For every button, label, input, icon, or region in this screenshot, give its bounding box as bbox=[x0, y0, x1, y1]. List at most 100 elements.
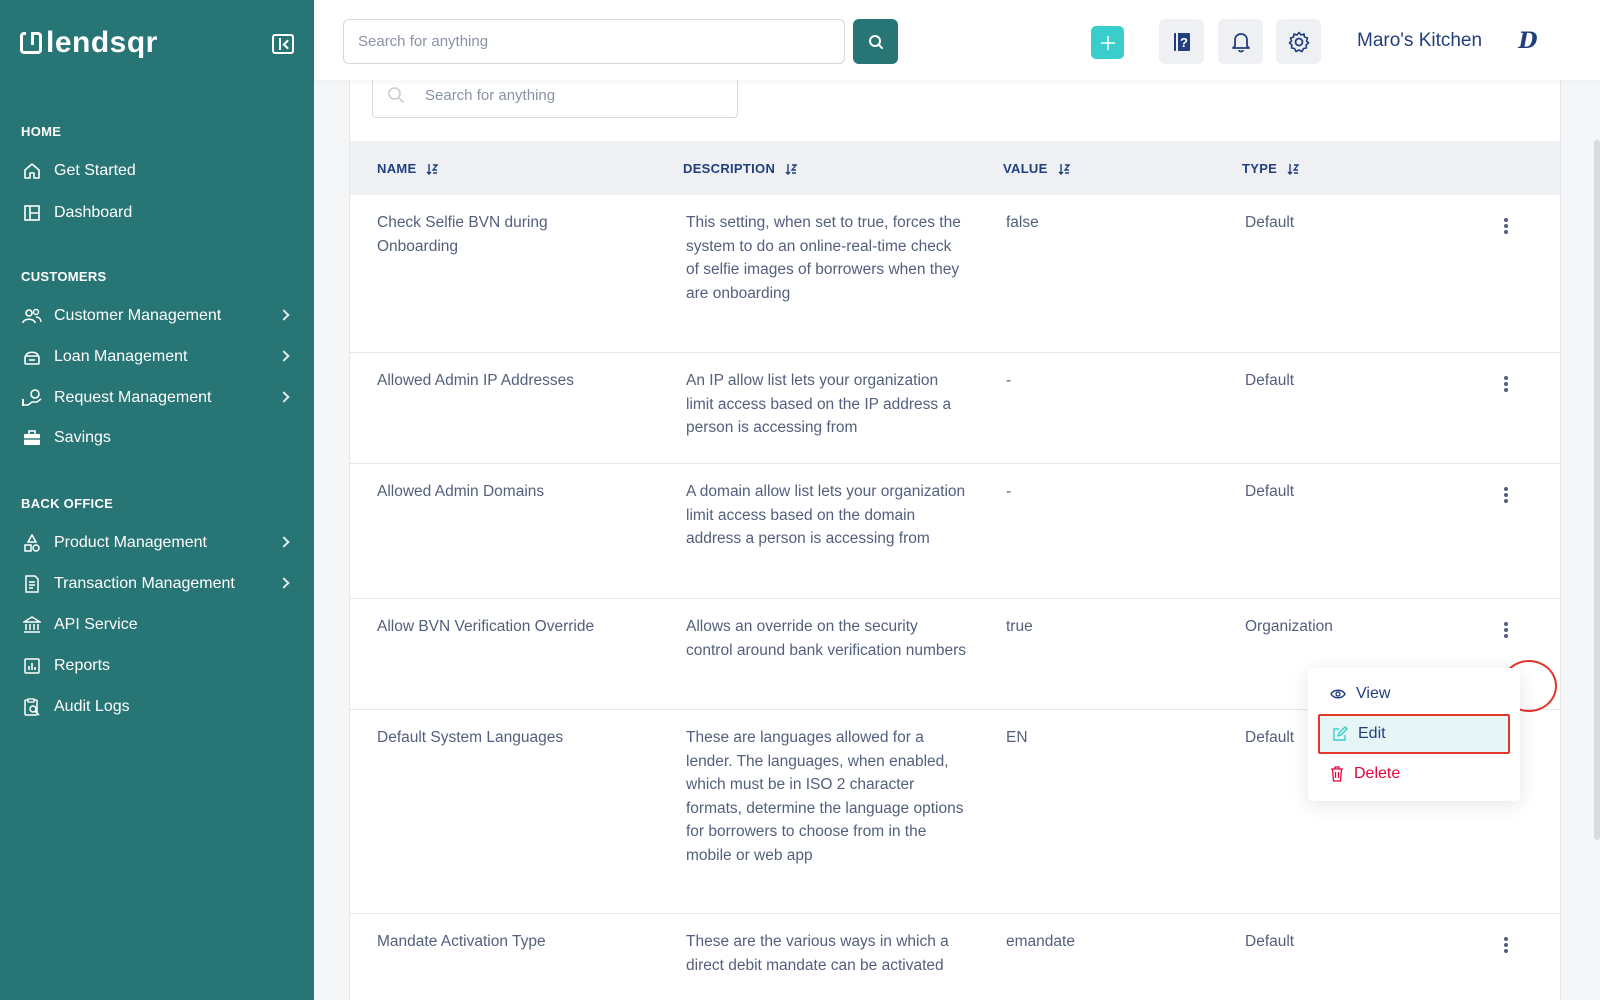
plus-icon bbox=[1100, 35, 1115, 50]
sidebar-item-label: Dashboard bbox=[54, 204, 133, 221]
chevron-right-icon bbox=[278, 577, 290, 589]
sidebar-item-dashboard[interactable]: Dashboard bbox=[0, 196, 314, 230]
cell-type: Default bbox=[1245, 214, 1295, 231]
sidebar-item-label: Reports bbox=[54, 657, 111, 674]
column-header-label: NAME bbox=[377, 161, 417, 176]
menu-item-view[interactable]: View bbox=[1318, 674, 1510, 714]
page-scrollbar[interactable] bbox=[1594, 140, 1600, 840]
sidebar-item-customer-management[interactable]: Customer Management bbox=[0, 299, 314, 333]
cell-type: Organization bbox=[1245, 618, 1333, 635]
sort-icon[interactable] bbox=[785, 163, 798, 175]
transaction-icon bbox=[22, 574, 42, 594]
help-button[interactable]: ? bbox=[1159, 19, 1204, 64]
sidebar-item-request-management[interactable]: Request Management bbox=[0, 381, 314, 415]
chevron-right-icon bbox=[278, 391, 290, 403]
cell-value: emandate bbox=[1006, 933, 1075, 950]
row-actions-icon[interactable] bbox=[1498, 620, 1514, 640]
table-search-input[interactable] bbox=[425, 74, 725, 117]
audit-icon bbox=[22, 697, 42, 717]
organization-name[interactable]: Maro's Kitchen bbox=[1357, 30, 1482, 52]
cell-name: Check Selfie BVN during Onboarding bbox=[377, 214, 548, 255]
sidebar-item-label: Savings bbox=[54, 429, 111, 446]
chevron-right-icon bbox=[278, 309, 290, 321]
column-header-type[interactable]: TYPE bbox=[1242, 161, 1300, 176]
row-actions-icon[interactable] bbox=[1498, 935, 1514, 955]
bell-icon bbox=[1231, 32, 1250, 52]
cell-name: Mandate Activation Type bbox=[377, 933, 546, 950]
org-logo-text: D bbox=[1518, 28, 1538, 54]
search-button[interactable] bbox=[853, 19, 898, 64]
column-header-value[interactable]: VALUE bbox=[1003, 161, 1070, 176]
sidebar-item-label: Product Management bbox=[54, 534, 207, 551]
section-title-back-office: BACK OFFICE bbox=[21, 496, 114, 511]
column-header-label: TYPE bbox=[1242, 161, 1278, 176]
cell-name: Default System Languages bbox=[377, 729, 564, 746]
search-icon bbox=[868, 34, 883, 49]
sort-icon[interactable] bbox=[1058, 163, 1070, 175]
eye-icon bbox=[1330, 689, 1346, 699]
table-row: Check Selfie BVN during Onboarding This … bbox=[350, 195, 1560, 353]
chevron-right-icon bbox=[278, 536, 290, 548]
reports-icon bbox=[22, 656, 42, 676]
column-header-label: VALUE bbox=[1003, 161, 1048, 176]
column-header-name[interactable]: NAME bbox=[377, 161, 439, 176]
notifications-button[interactable] bbox=[1218, 19, 1263, 64]
sidebar-item-loan-management[interactable]: Loan Management bbox=[0, 340, 314, 374]
cell-value: true bbox=[1006, 618, 1033, 635]
row-actions-menu: View Edit Delete bbox=[1308, 668, 1520, 801]
sidebar-item-product-management[interactable]: Product Management bbox=[0, 526, 314, 560]
sidebar-item-label: Get Started bbox=[54, 162, 136, 179]
menu-item-label: View bbox=[1356, 685, 1391, 702]
dashboard-icon bbox=[22, 203, 42, 223]
organization-avatar[interactable]: D bbox=[1511, 26, 1545, 56]
sidebar-item-transaction-management[interactable]: Transaction Management bbox=[0, 567, 314, 601]
sidebar: lendsqr HOME Get Started Dashboard CUSTO… bbox=[0, 0, 314, 1000]
sidebar-item-get-started[interactable]: Get Started bbox=[0, 154, 314, 188]
sort-icon[interactable] bbox=[426, 163, 439, 175]
table-row: Allowed Admin IP Addresses An IP allow l… bbox=[350, 353, 1560, 464]
topbar: ? Maro's Kitchen D bbox=[314, 0, 1600, 80]
sidebar-item-label: Customer Management bbox=[54, 307, 222, 324]
chevron-right-icon bbox=[278, 350, 290, 362]
section-title-home: HOME bbox=[21, 124, 62, 139]
sidebar-item-reports[interactable]: Reports bbox=[0, 649, 314, 683]
cell-type: Default bbox=[1245, 372, 1295, 389]
cell-value: false bbox=[1006, 214, 1039, 231]
sort-icon[interactable] bbox=[1287, 163, 1300, 175]
global-search-input[interactable] bbox=[343, 19, 845, 64]
row-actions-icon[interactable] bbox=[1498, 216, 1514, 236]
trash-icon bbox=[1331, 766, 1343, 782]
request-icon bbox=[22, 388, 42, 408]
brand-name: lendsqr bbox=[46, 26, 158, 59]
users-icon bbox=[22, 306, 42, 326]
cell-description: This setting, when set to true, forces t… bbox=[686, 214, 961, 302]
home-icon bbox=[22, 161, 42, 181]
table-header: NAME DESCRIPTION VALUE TYPE bbox=[350, 141, 1560, 195]
sidebar-item-label: Request Management bbox=[54, 389, 212, 406]
product-icon bbox=[22, 533, 42, 553]
briefcase-icon bbox=[22, 428, 42, 448]
brand-logo[interactable]: lendsqr bbox=[20, 28, 158, 58]
menu-item-label: Edit bbox=[1358, 725, 1386, 742]
add-button[interactable] bbox=[1091, 26, 1124, 59]
column-header-description[interactable]: DESCRIPTION bbox=[683, 161, 798, 176]
sidebar-item-savings[interactable]: Savings bbox=[0, 421, 314, 455]
menu-item-delete[interactable]: Delete bbox=[1318, 754, 1510, 794]
sidebar-item-audit-logs[interactable]: Audit Logs bbox=[0, 690, 314, 724]
cell-type: Default bbox=[1245, 483, 1295, 500]
cell-name: Allowed Admin Domains bbox=[377, 483, 545, 500]
menu-item-edit[interactable]: Edit bbox=[1318, 714, 1510, 754]
row-actions-icon[interactable] bbox=[1498, 485, 1514, 505]
gear-icon bbox=[1288, 31, 1309, 52]
settings-button[interactable] bbox=[1276, 19, 1321, 64]
table-row: Mandate Activation Type These are the va… bbox=[350, 914, 1560, 1000]
cell-description: An IP allow list lets your organization … bbox=[686, 372, 952, 436]
sidebar-item-api-service[interactable]: API Service bbox=[0, 608, 314, 642]
help-book-icon: ? bbox=[1173, 32, 1190, 51]
loan-icon bbox=[22, 347, 42, 367]
lendsqr-logo-icon bbox=[20, 32, 42, 54]
row-actions-icon[interactable] bbox=[1498, 374, 1514, 394]
sidebar-collapse-icon[interactable] bbox=[272, 34, 294, 54]
search-icon bbox=[388, 87, 404, 103]
table-row: Allowed Admin Domains A domain allow lis… bbox=[350, 464, 1560, 599]
